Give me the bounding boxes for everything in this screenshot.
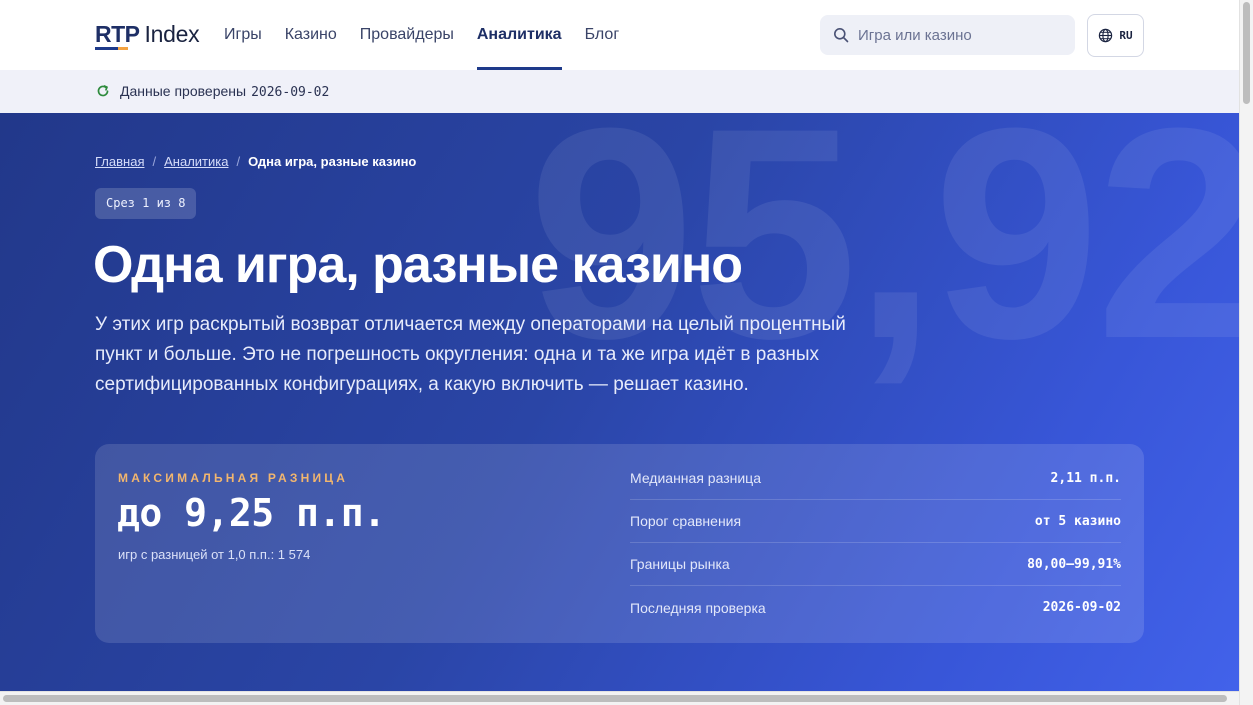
stat-value: 2,11 п.п.	[1050, 470, 1121, 486]
verified-label: Данные проверены	[120, 83, 247, 99]
stat-label: Порог сравнения	[630, 513, 742, 529]
breadcrumb-current: Одна игра, разные казино	[248, 154, 417, 169]
logo-index: Index	[144, 21, 200, 47]
breadcrumb-home[interactable]: Главная	[95, 154, 144, 169]
stats-list: Медианная разница 2,11 п.п. Порог сравне…	[630, 457, 1121, 629]
hero-section: 95,92 Главная / Аналитика / Одна игра, р…	[0, 113, 1239, 691]
refresh-icon	[97, 85, 109, 97]
stat-value: 80,00–99,91%	[1027, 556, 1121, 572]
horizontal-scrollbar-thumb[interactable]	[3, 695, 1227, 702]
site-header: RTP Index Игры Казино Провайдеры Аналити…	[0, 0, 1239, 70]
search-icon	[834, 28, 849, 43]
site-logo[interactable]: RTP Index	[95, 21, 200, 50]
nav-item-providers[interactable]: Провайдеры	[360, 0, 454, 70]
vertical-scrollbar[interactable]	[1239, 0, 1253, 705]
data-verified-bar: Данные проверены 2026-09-02	[0, 70, 1239, 113]
page-description: У этих игр раскрытый возврат отличается …	[95, 314, 846, 395]
slice-badge: Срез 1 из 8	[95, 188, 197, 219]
nav-item-analytics[interactable]: Аналитика	[476, 0, 562, 70]
stat-row-market-bounds: Границы рынка 80,00–99,91%	[630, 543, 1121, 586]
breadcrumb-analytics[interactable]: Аналитика	[164, 154, 228, 169]
search-box[interactable]	[820, 15, 1075, 55]
search-input[interactable]	[858, 15, 1068, 55]
language-label: RU	[1119, 29, 1133, 42]
stats-card: МАКСИМАЛЬНАЯ РАЗНИЦА до 9,25 п.п. игр с …	[95, 444, 1144, 643]
max-difference-kicker: МАКСИМАЛЬНАЯ РАЗНИЦА	[118, 471, 349, 485]
stat-label: Последняя проверка	[630, 599, 766, 616]
horizontal-scrollbar[interactable]	[0, 691, 1239, 705]
stat-value: 2026-09-02	[1042, 600, 1121, 615]
games-count-note: игр с разницей от 1,0 п.п.: 1 574	[118, 547, 311, 562]
logo-rtp: RTP	[95, 21, 140, 47]
vertical-scrollbar-thumb[interactable]	[1243, 2, 1250, 104]
main-nav: Игры Казино Провайдеры Аналитика Блог	[224, 0, 642, 70]
nav-item-casinos[interactable]: Казино	[285, 0, 337, 70]
page-title: Одна игра, разные казино	[93, 236, 743, 294]
stat-value: от 5 казино	[1034, 513, 1121, 529]
logo-underline	[95, 47, 128, 50]
stat-row-threshold: Порог сравнения от 5 казино	[630, 500, 1121, 543]
nav-item-blog[interactable]: Блог	[585, 0, 620, 70]
stat-row-last-check: Последняя проверка 2026-09-02	[630, 586, 1121, 629]
breadcrumb: Главная / Аналитика / Одна игра, разные …	[95, 154, 416, 169]
stat-row-median: Медианная разница 2,11 п.п.	[630, 457, 1121, 500]
globe-icon	[1099, 28, 1113, 43]
breadcrumb-separator: /	[152, 154, 157, 169]
nav-item-games[interactable]: Игры	[224, 0, 262, 70]
stat-label: Границы рынка	[630, 556, 730, 572]
breadcrumb-separator: /	[236, 154, 241, 169]
max-difference-value: до 9,25 п.п.	[117, 491, 386, 535]
stat-label: Медианная разница	[630, 470, 761, 486]
verified-text: Данные проверены 2026-09-02	[120, 83, 329, 100]
language-button[interactable]: RU	[1087, 14, 1144, 57]
verified-date: 2026-09-02	[251, 85, 330, 100]
